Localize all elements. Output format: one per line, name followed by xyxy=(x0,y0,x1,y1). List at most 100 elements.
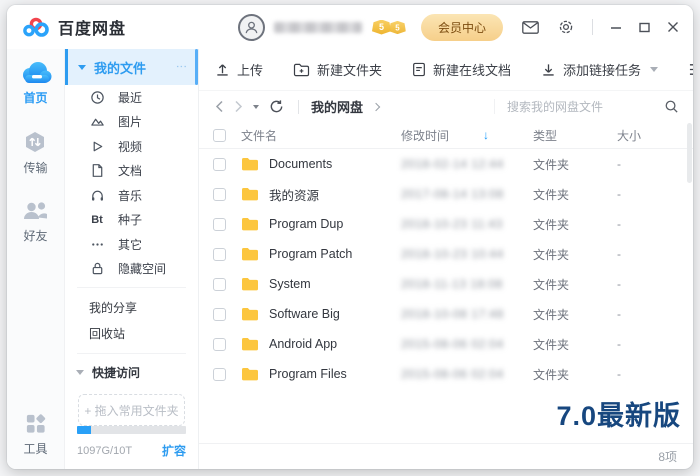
more-options-icon[interactable]: ⋮ xyxy=(175,61,188,73)
search-box[interactable] xyxy=(494,99,679,114)
modified-time-redacted: 2017-08-14 13:08 xyxy=(401,187,533,201)
quick-access-label: 快捷访问 xyxy=(92,364,140,381)
new-online-doc-button[interactable]: 新建在线文档 xyxy=(412,60,511,79)
user-avatar[interactable] xyxy=(238,14,265,41)
modified-time-redacted: 2015-08-06 02:04 xyxy=(401,337,533,351)
row-checkbox[interactable] xyxy=(213,308,226,321)
file-name[interactable]: System xyxy=(269,277,311,291)
table-row[interactable]: 我的资源 2017-08-14 13:08 文件夹 - xyxy=(199,179,693,209)
sidebar-item-other[interactable]: 其它 xyxy=(65,232,198,257)
modified-time-redacted: 2018-10-23 11:43 xyxy=(401,217,533,231)
file-list: Documents 2018-02-14 12:44 文件夹 - 我的资源 20… xyxy=(199,149,693,389)
sidebar-my-files[interactable]: 我的文件 ⋮ xyxy=(65,49,198,85)
clock-icon xyxy=(89,89,105,105)
file-name[interactable]: Program Dup xyxy=(269,217,343,231)
rail-item-transfer[interactable]: 传输 xyxy=(23,130,47,176)
new-folder-button[interactable]: 新建文件夹 xyxy=(293,60,382,79)
settings-button[interactable] xyxy=(558,19,574,35)
row-checkbox[interactable] xyxy=(213,218,226,231)
table-row[interactable]: System 2018-11-13 18:08 文件夹 - xyxy=(199,269,693,299)
breadcrumb-my-drive[interactable]: 我的网盘 xyxy=(311,97,363,116)
file-type: 文件夹 xyxy=(533,306,617,323)
table-row[interactable]: Program Dup 2018-10-23 11:43 文件夹 - xyxy=(199,209,693,239)
folder-icon xyxy=(241,337,259,351)
file-name[interactable]: Program Files xyxy=(269,367,347,381)
file-name[interactable]: 我的资源 xyxy=(269,185,319,204)
toolbar: 上传 新建文件夹 新建在线文档 xyxy=(199,49,693,91)
sidebar-item-documents[interactable]: 文档 xyxy=(65,159,198,184)
storage-bar-fill xyxy=(77,426,91,434)
column-type[interactable]: 类型 xyxy=(533,127,617,144)
column-size[interactable]: 大小 xyxy=(617,127,677,144)
sidebar-quick-access[interactable]: 快捷访问 xyxy=(65,360,198,386)
search-icon[interactable] xyxy=(664,99,679,114)
expand-storage-link[interactable]: 扩容 xyxy=(162,442,186,459)
table-row[interactable]: Program Files 2015-08-06 02:04 文件夹 - xyxy=(199,359,693,389)
document-icon xyxy=(89,163,105,179)
sidebar-item-torrents[interactable]: Bt 种子 xyxy=(65,208,198,233)
table-row[interactable]: Software Big 2018-10-08 17:48 文件夹 - xyxy=(199,299,693,329)
history-dropdown-icon[interactable] xyxy=(253,105,259,109)
rail-item-friends[interactable]: 好友 xyxy=(22,200,49,244)
back-button[interactable] xyxy=(215,100,224,113)
file-name[interactable]: Program Patch xyxy=(269,247,352,261)
forward-button[interactable] xyxy=(234,100,243,113)
play-icon xyxy=(89,138,105,154)
sidebar-item-hidden-space[interactable]: 隐藏空间 xyxy=(65,257,198,282)
nav-rail: 首页 传输 好友 xyxy=(7,49,65,469)
column-filename[interactable]: 文件名 xyxy=(241,127,401,144)
table-row[interactable]: Program Patch 2018-10-23 10:44 文件夹 - xyxy=(199,239,693,269)
add-link-task-button[interactable]: 添加链接任务 xyxy=(541,60,658,79)
messages-button[interactable] xyxy=(522,21,539,34)
scrollbar-thumb[interactable] xyxy=(687,123,692,183)
select-all-checkbox[interactable] xyxy=(213,129,226,142)
sort-desc-icon[interactable]: ↓ xyxy=(483,128,489,142)
sort-order-icon[interactable] xyxy=(688,62,693,77)
file-type: 文件夹 xyxy=(533,246,617,263)
sidebar-item-pictures[interactable]: 图片 xyxy=(65,110,198,135)
row-checkbox[interactable] xyxy=(213,278,226,291)
search-input[interactable] xyxy=(507,100,664,114)
column-modified[interactable]: 修改时间 xyxy=(401,127,449,144)
file-name[interactable]: Software Big xyxy=(269,307,340,321)
username-redacted[interactable] xyxy=(274,22,362,33)
sidebar-item-recycle-bin[interactable]: 回收站 xyxy=(65,321,198,347)
row-checkbox[interactable] xyxy=(213,368,226,381)
table-row[interactable]: Android App 2015-08-06 02:04 文件夹 - xyxy=(199,329,693,359)
row-checkbox[interactable] xyxy=(213,338,226,351)
sidebar-item-music[interactable]: 音乐 xyxy=(65,183,198,208)
file-name[interactable]: Android App xyxy=(269,337,337,351)
new-online-doc-label: 新建在线文档 xyxy=(433,60,511,79)
row-checkbox[interactable] xyxy=(213,158,226,171)
sidebar-scrollbar-thumb[interactable] xyxy=(195,49,198,85)
sidebar-item-recent[interactable]: 最近 xyxy=(65,85,198,110)
file-type: 文件夹 xyxy=(533,186,617,203)
rail-item-tools[interactable]: 工具 xyxy=(23,412,47,457)
cloud-home-icon xyxy=(20,61,52,84)
title-bar: 百度网盘 5 5 会员中心 xyxy=(7,5,693,49)
lock-icon xyxy=(89,261,105,277)
maximize-button[interactable] xyxy=(639,22,650,33)
picture-icon xyxy=(89,114,105,130)
breadcrumb-chevron-icon xyxy=(372,102,380,110)
drop-folder-hint[interactable]: + 拖入常用文件夹 xyxy=(78,394,185,426)
upload-button[interactable]: 上传 xyxy=(215,60,263,79)
sidebar-item-label: 最近 xyxy=(118,89,142,106)
app-logo[interactable]: 百度网盘 xyxy=(23,15,126,39)
member-center-button[interactable]: 会员中心 xyxy=(421,14,503,41)
rail-item-home[interactable]: 首页 xyxy=(20,61,52,106)
sidebar-item-label: 种子 xyxy=(118,211,142,228)
app-title: 百度网盘 xyxy=(58,15,126,39)
table-row[interactable]: Documents 2018-02-14 12:44 文件夹 - xyxy=(199,149,693,179)
file-name[interactable]: Documents xyxy=(269,157,332,171)
minimize-button[interactable] xyxy=(610,21,622,33)
baidu-netdisk-logo-icon xyxy=(23,17,50,38)
sidebar-item-videos[interactable]: 视频 xyxy=(65,134,198,159)
row-checkbox[interactable] xyxy=(213,248,226,261)
storage-bar[interactable] xyxy=(77,426,186,434)
row-checkbox[interactable] xyxy=(213,188,226,201)
vip-level-badges[interactable]: 5 5 xyxy=(372,20,407,35)
refresh-button[interactable] xyxy=(269,99,284,114)
close-button[interactable] xyxy=(667,21,679,33)
sidebar-item-my-shares[interactable]: 我的分享 xyxy=(65,294,198,320)
